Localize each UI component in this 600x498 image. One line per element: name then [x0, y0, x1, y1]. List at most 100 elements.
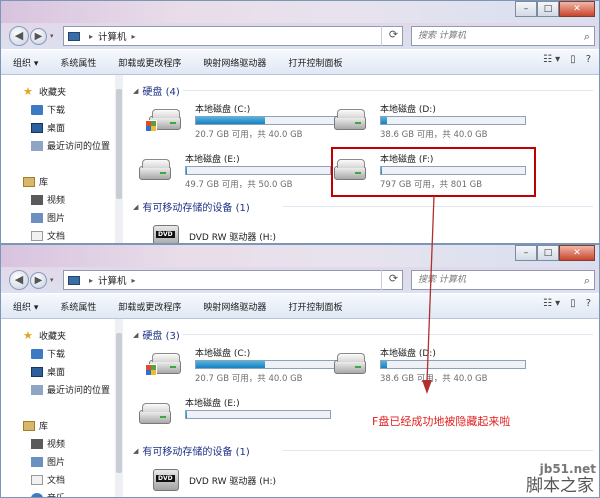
map-network-drive-button[interactable]: 映射网络驱动器	[203, 300, 266, 313]
view-options-icon[interactable]: ☷ ▾	[543, 298, 560, 309]
open-control-panel-button[interactable]: 打开控制面板	[288, 56, 342, 69]
map-network-drive-button[interactable]: 映射网络驱动器	[203, 56, 266, 69]
drive-usage-bar	[185, 410, 331, 419]
breadcrumb-computer[interactable]: 计算机	[98, 273, 127, 287]
refresh-button[interactable]: ⟳	[381, 270, 405, 290]
drive-dvd[interactable]: DVD DVD RW 驱动器 (H:)	[153, 225, 276, 243]
explorer-window-before: – □ ✕ ◀ ▶ ▾ ▸ 计算机 ▸ ⟳ 搜索 计算机 ⌕ 组织 ▾ 系统属性…	[0, 0, 600, 244]
sidebar-scrollbar[interactable]	[115, 319, 123, 497]
drive-e[interactable]: 本地磁盘 (E:) 49.7 GB 可用，共 50.0 GB	[135, 152, 335, 194]
collapse-triangle-icon[interactable]: ◢	[133, 447, 138, 455]
sidebar-item-favorites[interactable]: ★ 收藏夹	[23, 85, 66, 98]
sidebar-item-documents[interactable]: 文档	[31, 473, 65, 486]
title-bar[interactable]: – □ ✕	[1, 1, 599, 23]
scrollbar-thumb[interactable]	[116, 89, 122, 199]
recent-pages-dropdown[interactable]: ▾	[50, 276, 54, 284]
collapse-triangle-icon[interactable]: ◢	[133, 87, 138, 95]
group-header-hard-disks[interactable]: ◢ 硬盘 (4)	[133, 83, 180, 99]
sidebar-item-recent[interactable]: 最近访问的位置	[31, 383, 110, 396]
library-icon	[23, 420, 35, 431]
back-button[interactable]: ◀	[9, 270, 29, 290]
sidebar-item-downloads[interactable]: 下载	[31, 347, 65, 360]
back-button[interactable]: ◀	[9, 26, 29, 46]
preview-pane-icon[interactable]: ▯	[570, 298, 576, 309]
sidebar-item-videos[interactable]: 视频	[31, 193, 65, 206]
uninstall-program-button[interactable]: 卸载或更改程序	[118, 300, 181, 313]
help-icon[interactable]: ?	[586, 54, 591, 65]
minimize-button[interactable]: –	[515, 1, 537, 17]
drive-d[interactable]: 本地磁盘 (D:) 38.6 GB 可用，共 40.0 GB	[330, 102, 530, 144]
sidebar-item-downloads[interactable]: 下载	[31, 103, 65, 116]
sidebar-item-videos[interactable]: 视频	[31, 437, 65, 450]
group-header-removable[interactable]: ◢ 有可移动存储的设备 (1)	[133, 443, 250, 459]
sidebar-item-libraries[interactable]: 库	[23, 175, 48, 188]
search-icon[interactable]: ⌕	[584, 28, 590, 46]
address-bar[interactable]: ▸ 计算机 ▸	[63, 26, 403, 46]
group-header-hard-disks[interactable]: ◢ 硬盘 (3)	[133, 327, 180, 343]
sidebar-scrollbar[interactable]	[115, 75, 123, 243]
highlight-box-drive-f	[331, 147, 536, 197]
maximize-button[interactable]: □	[537, 245, 559, 261]
music-icon	[31, 492, 43, 497]
sidebar-item-recent[interactable]: 最近访问的位置	[31, 139, 110, 152]
drive-usage-bar	[195, 360, 341, 369]
recent-places-icon	[31, 140, 43, 151]
collapse-triangle-icon[interactable]: ◢	[133, 203, 138, 211]
chevron-right-icon[interactable]: ▸	[89, 32, 93, 41]
drive-dvd[interactable]: DVD DVD RW 驱动器 (H:)	[153, 469, 276, 491]
close-button[interactable]: ✕	[559, 1, 595, 17]
drive-name: 本地磁盘 (E:)	[185, 155, 240, 165]
sidebar-item-pictures[interactable]: 图片	[31, 455, 65, 468]
system-properties-button[interactable]: 系统属性	[60, 56, 96, 69]
chevron-right-icon[interactable]: ▸	[132, 276, 136, 285]
drive-e[interactable]: 本地磁盘 (E:)	[135, 396, 335, 438]
forward-button[interactable]: ▶	[30, 271, 47, 289]
organize-button[interactable]: 组织 ▾	[13, 300, 38, 313]
maximize-button[interactable]: □	[537, 1, 559, 17]
recent-pages-dropdown[interactable]: ▾	[50, 32, 54, 40]
desktop-icon	[31, 366, 43, 377]
arrow-shaft	[426, 196, 435, 383]
refresh-button[interactable]: ⟳	[381, 26, 405, 46]
drive-c[interactable]: 本地磁盘 (C:) 20.7 GB 可用，共 40.0 GB	[145, 346, 345, 388]
drive-usage-bar	[380, 116, 526, 125]
sidebar-item-libraries[interactable]: 库	[23, 419, 48, 432]
sidebar-item-desktop[interactable]: 桌面	[31, 121, 65, 134]
search-input[interactable]: 搜索 计算机 ⌕	[411, 26, 595, 46]
drive-c[interactable]: 本地磁盘 (C:) 20.7 GB 可用，共 40.0 GB	[145, 102, 345, 144]
dvd-drive-icon: DVD	[153, 469, 179, 491]
organize-button[interactable]: 组织 ▾	[13, 56, 38, 69]
scrollbar-thumb[interactable]	[116, 333, 122, 473]
help-icon[interactable]: ?	[586, 298, 591, 309]
breadcrumb-computer[interactable]: 计算机	[98, 29, 127, 43]
preview-pane-icon[interactable]: ▯	[570, 54, 576, 65]
sidebar-item-pictures[interactable]: 图片	[31, 211, 65, 224]
forward-button[interactable]: ▶	[30, 27, 47, 45]
search-icon[interactable]: ⌕	[584, 272, 590, 290]
drive-name: DVD RW 驱动器 (H:)	[189, 476, 277, 487]
star-icon: ★	[23, 85, 33, 98]
annotation-arrow	[422, 196, 435, 394]
picture-icon	[31, 212, 43, 223]
address-bar[interactable]: ▸ 计算机 ▸	[63, 270, 403, 290]
close-button[interactable]: ✕	[559, 245, 595, 261]
sidebar-item-documents[interactable]: 文档	[31, 229, 65, 242]
drive-usage-bar	[195, 116, 341, 125]
chevron-right-icon[interactable]: ▸	[132, 32, 136, 41]
view-options-icon[interactable]: ☷ ▾	[543, 54, 560, 65]
open-control-panel-button[interactable]: 打开控制面板	[288, 300, 342, 313]
system-properties-button[interactable]: 系统属性	[60, 300, 96, 313]
desktop-icon	[31, 122, 43, 133]
collapse-triangle-icon[interactable]: ◢	[133, 331, 138, 339]
chevron-right-icon[interactable]: ▸	[89, 276, 93, 285]
minimize-button[interactable]: –	[515, 245, 537, 261]
watermark-brand: 脚本之家	[526, 476, 594, 496]
title-bar[interactable]: – □ ✕	[1, 245, 599, 267]
sidebar-item-desktop[interactable]: 桌面	[31, 365, 65, 378]
drive-usage-bar	[185, 166, 331, 175]
windows-logo-icon	[145, 120, 157, 132]
sidebar-item-favorites[interactable]: ★ 收藏夹	[23, 329, 66, 342]
group-header-removable[interactable]: ◢ 有可移动存储的设备 (1)	[133, 199, 250, 215]
uninstall-program-button[interactable]: 卸载或更改程序	[118, 56, 181, 69]
sidebar-item-music[interactable]: 音乐	[31, 491, 65, 497]
